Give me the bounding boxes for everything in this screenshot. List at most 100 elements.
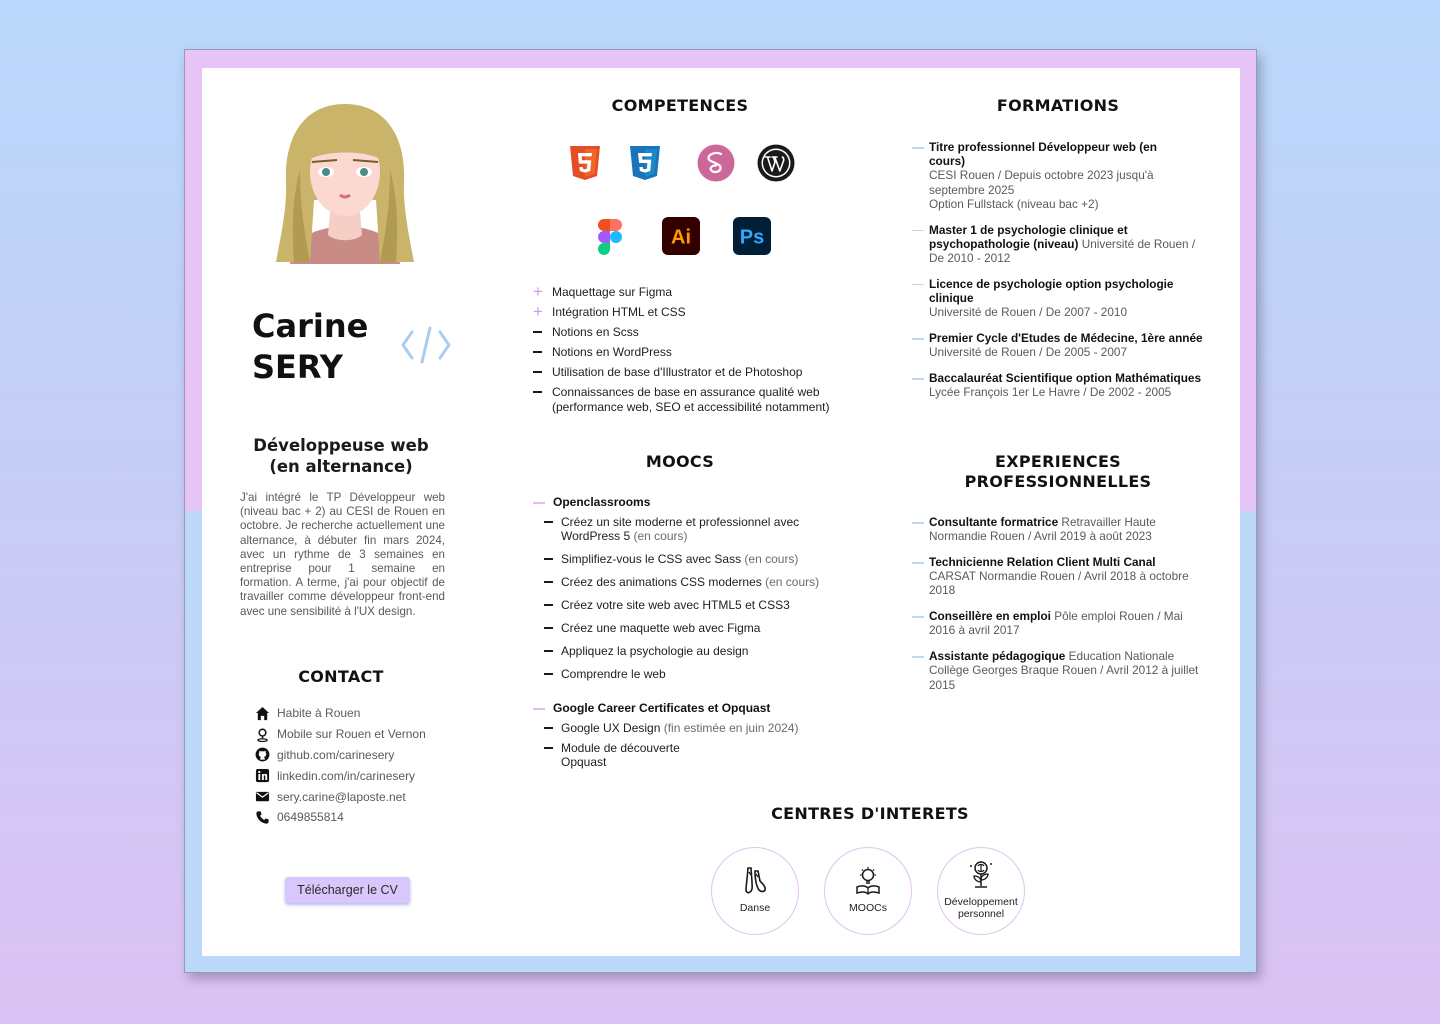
- experiences-title-line1: EXPERIENCES: [994, 452, 1121, 471]
- svg-text:Ps: Ps: [740, 227, 764, 249]
- dash-icon: [544, 581, 553, 584]
- last-name: SERY: [252, 348, 343, 386]
- contact-item[interactable]: github.com/carinesery: [255, 745, 426, 766]
- contact-text: linkedin.com/in/carinesery: [277, 768, 416, 783]
- mooc-group-openclassrooms: Openclassrooms Créez un site moderne et …: [533, 495, 833, 682]
- home-icon: [255, 706, 270, 720]
- list-item: Baccalauréat Scientifique option Mathéma…: [912, 371, 1212, 399]
- mail-icon: [255, 791, 270, 802]
- contact-item: Habite à Rouen: [255, 703, 426, 724]
- contact-text: Mobile sur Rouen et Vernon: [277, 727, 426, 742]
- list-item: Créez une maquette web avec Figma: [544, 621, 833, 635]
- dash-icon: [912, 378, 924, 380]
- experiences-title: EXPERIENCES PROFESSIONNELLES: [940, 452, 1176, 492]
- list-item: Utilisation de base d'Illustrator et de …: [533, 365, 833, 380]
- dash-icon: [544, 604, 553, 607]
- list-item: Premier Cycle d'Etudes de Médecine, 1ère…: [912, 331, 1212, 359]
- list-item: Simplifiez-vous le CSS avec Sass (en cou…: [544, 552, 833, 566]
- list-item: Technicienne Relation Client Multi Canal…: [912, 555, 1197, 598]
- dash-icon: [912, 562, 924, 564]
- contact-list: Habite à Rouen Mobile sur Rouen et Verno…: [255, 703, 426, 828]
- html5-icon: [570, 146, 600, 180]
- list-item: Créez un site moderne et professionnel a…: [544, 515, 833, 544]
- dash-icon: [533, 331, 542, 334]
- illustrator-icon: Ai: [662, 217, 700, 255]
- css3-icon: [630, 146, 660, 180]
- lightbulb-book-icon: [856, 867, 880, 896]
- list-item: Titre professionnel Développeur web (en …: [912, 140, 1174, 211]
- code-brackets-icon: [401, 326, 451, 364]
- dash-icon: [912, 229, 924, 232]
- job-title-line1: Développeuse web: [253, 436, 429, 455]
- plus-icon: +: [533, 282, 543, 301]
- list-item: Notions en Scss: [533, 325, 833, 340]
- list-item: Master 1 de psychologie clinique et psyc…: [912, 223, 1212, 266]
- sass-icon: [697, 144, 735, 182]
- dash-icon: [544, 627, 553, 630]
- candidate-name: Carine SERY: [252, 306, 412, 388]
- dash-icon: [544, 521, 553, 523]
- contact-item[interactable]: linkedin.com/in/carinesery: [255, 765, 426, 786]
- figma-icon: [598, 219, 622, 255]
- list-item: Licence de psychologie option psychologi…: [912, 277, 1212, 320]
- plus-icon: +: [533, 302, 543, 322]
- intro-paragraph: J'ai intégré le TP Développeur web (nive…: [240, 491, 445, 618]
- moocs-title: MOOCS: [645, 452, 715, 471]
- list-item: Assistante pédagogique Education Nationa…: [912, 649, 1204, 692]
- growth-brain-icon: [970, 861, 992, 888]
- dash-icon: [544, 650, 553, 653]
- dash-icon: [912, 616, 924, 618]
- contact-item: Mobile sur Rouen et Vernon: [255, 724, 426, 745]
- list-item: Google UX Design (fin estimée en juin 20…: [544, 721, 833, 735]
- dash-icon: [544, 746, 553, 749]
- interest-label: Danse: [739, 902, 771, 914]
- photoshop-icon: Ps: [733, 217, 771, 255]
- formations-title: FORMATIONS: [996, 96, 1120, 115]
- mooc-list: Google UX Design (fin estimée en juin 20…: [544, 721, 833, 770]
- contact-item[interactable]: sery.carine@laposte.net: [255, 786, 426, 807]
- download-cv-button[interactable]: Télécharger le CV: [285, 877, 410, 903]
- list-item: Conseillère en emploi Pôle emploi Rouen …: [912, 609, 1197, 637]
- first-name: Carine: [252, 307, 369, 345]
- contact-text: sery.carine@laposte.net: [277, 789, 406, 804]
- formations-list: Titre professionnel Développeur web (en …: [912, 140, 1212, 399]
- avatar: [276, 104, 414, 264]
- interest-label: Développement personnel: [944, 896, 1018, 920]
- experiences-title-line2: PROFESSIONNELLES: [964, 472, 1152, 491]
- list-item: Créez des animations CSS modernes (en co…: [544, 575, 833, 589]
- mooc-group-google: Google Career Certificates et Opquast Go…: [533, 701, 833, 770]
- interest-moocs: MOOCs: [824, 847, 912, 935]
- mooc-group-head: Openclassrooms: [533, 495, 833, 509]
- contact-text: github.com/carinesery: [277, 747, 395, 762]
- list-item: + Maquettage sur Figma: [533, 282, 673, 301]
- contact-item[interactable]: 0649855814: [255, 807, 426, 828]
- dash-icon: [912, 656, 924, 658]
- interests-title: CENTRES D'INTERETS: [771, 804, 969, 823]
- dash-icon: [912, 147, 924, 149]
- experiences-list: Consultante formatrice Retravailler Haut…: [912, 515, 1212, 692]
- wordpress-icon: [757, 144, 795, 182]
- location-pin-icon: [257, 728, 268, 742]
- contact-text: 0649855814: [277, 810, 344, 825]
- list-item: Créez votre site web avec HTML5 et CSS3: [544, 598, 833, 612]
- dash-icon: [912, 283, 924, 286]
- competences-list: + Maquettage sur Figma + Intégration HTML …: [533, 282, 833, 420]
- dash-icon: [533, 708, 545, 710]
- contact-title: CONTACT: [298, 667, 384, 686]
- list-item: Notions en WordPress: [533, 345, 833, 360]
- dance-shoes-icon: [745, 867, 766, 894]
- list-item: Module de découverte Opquast: [544, 741, 684, 770]
- interest-label: MOOCs: [849, 902, 887, 914]
- list-item: Consultante formatrice Retravailler Haut…: [912, 515, 1174, 543]
- list-item: Comprendre le web: [544, 667, 833, 681]
- list-item: Appliquez la psychologie au design: [544, 644, 833, 658]
- dash-icon: [533, 502, 545, 504]
- contact-text: Habite à Rouen: [277, 706, 361, 721]
- dash-icon: [533, 391, 542, 394]
- interest-dance: Danse: [711, 847, 799, 935]
- dash-icon: [912, 522, 924, 524]
- dash-icon: [544, 558, 553, 561]
- mooc-list: Créez un site moderne et professionnel a…: [544, 515, 833, 682]
- dash-icon: [533, 371, 542, 374]
- list-item: Connaissances de base en assurance quali…: [533, 385, 833, 414]
